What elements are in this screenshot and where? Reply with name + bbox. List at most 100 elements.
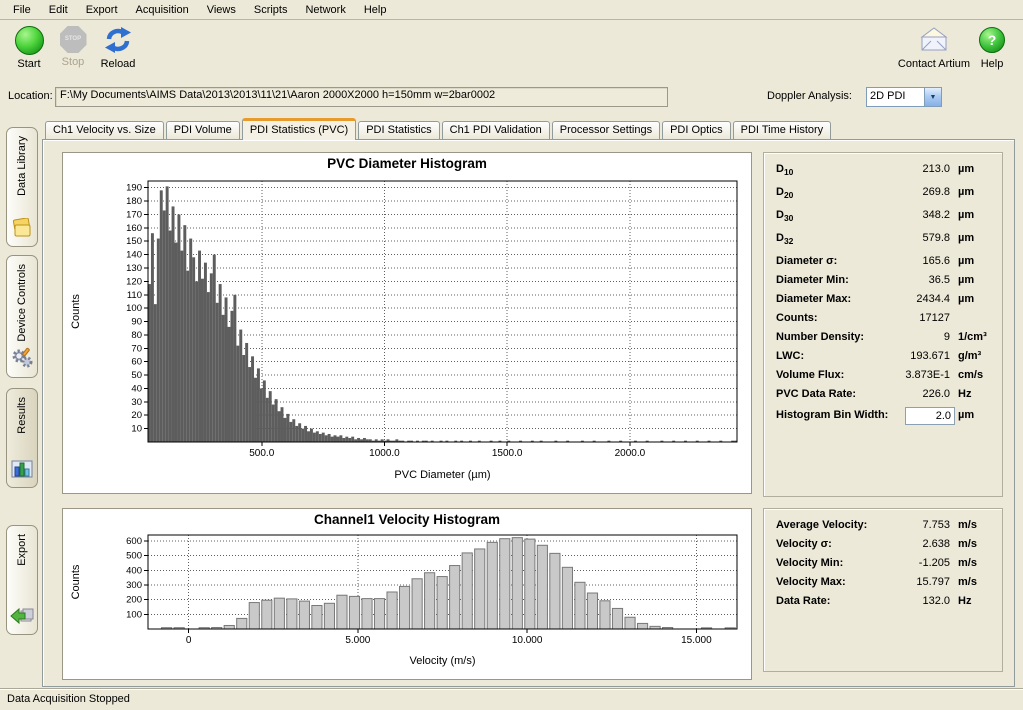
stat-unit: µm xyxy=(958,409,974,421)
stat-value: 36.5 xyxy=(854,274,950,286)
svg-text:50: 50 xyxy=(131,370,142,381)
help-button[interactable]: ? Help xyxy=(972,24,1012,70)
stop-icon: STOP xyxy=(60,26,87,53)
svg-text:100: 100 xyxy=(126,609,142,620)
sidebar-item-results[interactable]: Results xyxy=(6,388,38,488)
histogram-bars xyxy=(162,538,736,629)
stat-unit: m/s xyxy=(958,538,977,550)
stat-row: Diameter Max:2434.4 µm xyxy=(764,291,1002,310)
tab-processor-settings[interactable]: Processor Settings xyxy=(552,121,660,139)
stat-label: Data Rate: xyxy=(776,595,830,607)
toolbar: Start STOP Stop Reload xyxy=(0,20,1023,82)
svg-text:180: 180 xyxy=(126,196,142,207)
svg-text:200: 200 xyxy=(126,595,142,606)
location-value: F:\My Documents\AIMS Data\2013\2013\11\2… xyxy=(60,89,495,101)
svg-text:15.000: 15.000 xyxy=(681,635,712,646)
stop-label: Stop xyxy=(50,56,96,68)
stat-unit: µm xyxy=(958,209,974,221)
tab-pdi-statistics-pvc[interactable]: PDI Statistics (PVC) xyxy=(242,118,356,140)
gears-icon xyxy=(10,347,34,372)
stat-label: Histogram Bin Width: xyxy=(776,409,888,421)
chart-title: PVC Diameter Histogram xyxy=(63,153,751,171)
svg-text:Counts: Counts xyxy=(70,294,82,329)
stat-value: 17127 xyxy=(854,312,950,324)
stat-label: D32 xyxy=(776,232,793,246)
contact-artium-button[interactable]: Contact Artium xyxy=(894,24,974,70)
stat-unit: µm xyxy=(958,274,974,286)
start-label: Start xyxy=(6,58,52,70)
svg-text:0: 0 xyxy=(186,635,192,646)
menu-network[interactable]: Network xyxy=(296,2,354,18)
stat-label: D10 xyxy=(776,163,793,177)
doppler-analysis-value: 2D PDI xyxy=(867,88,924,106)
stat-label: Velocity Min: xyxy=(776,557,843,569)
chevron-down-icon[interactable]: ▼ xyxy=(924,88,941,106)
svg-text:Counts: Counts xyxy=(70,564,82,599)
stat-label: Diameter Min: xyxy=(776,274,849,286)
velocity-histogram-plot: 10020030040050060005.00010.00015.000Velo… xyxy=(63,531,749,677)
help-label: Help xyxy=(972,58,1012,70)
velocity-histogram-panel: Channel1 Velocity Histogram 100200300400… xyxy=(62,508,752,680)
stat-value: 193.671 xyxy=(854,350,950,362)
tab-ch1-velocity-vs-size[interactable]: Ch1 Velocity vs. Size xyxy=(45,121,164,139)
stat-unit: cm/s xyxy=(958,369,983,381)
svg-text:1000.0: 1000.0 xyxy=(369,448,400,459)
stat-label: LWC: xyxy=(776,350,804,362)
stat-label: Diameter Max: xyxy=(776,293,851,305)
sidebar-item-data-library[interactable]: Data Library xyxy=(6,127,38,247)
stat-label: Velocity σ: xyxy=(776,538,832,550)
svg-text:10.000: 10.000 xyxy=(512,635,543,646)
stat-row: PVC Data Rate:226.0Hz xyxy=(764,386,1002,405)
stat-unit: 1/cm³ xyxy=(958,331,987,343)
stat-unit: m/s xyxy=(958,576,977,588)
tab-pdi-statistics[interactable]: PDI Statistics xyxy=(358,121,439,139)
stat-value: 213.0 xyxy=(854,163,950,175)
stat-unit: m/s xyxy=(958,557,977,569)
pvc-diameter-histogram-panel: PVC Diameter Histogram 10203040506070809… xyxy=(62,152,752,494)
menu-views[interactable]: Views xyxy=(198,2,245,18)
menu-help[interactable]: Help xyxy=(355,2,396,18)
menu-scripts[interactable]: Scripts xyxy=(245,2,297,18)
app-window: FileEditExportAcquisitionViewsScriptsNet… xyxy=(0,0,1023,710)
stat-label: Velocity Max: xyxy=(776,576,846,588)
menu-edit[interactable]: Edit xyxy=(40,2,77,18)
stat-unit: Hz xyxy=(958,595,971,607)
doppler-analysis-label: Doppler Analysis: xyxy=(767,90,852,102)
location-field[interactable]: F:\My Documents\AIMS Data\2013\2013\11\2… xyxy=(55,87,668,107)
start-button[interactable]: Start xyxy=(6,24,52,70)
stop-button[interactable]: STOP Stop xyxy=(50,24,96,68)
menu-file[interactable]: File xyxy=(4,2,40,18)
svg-text:400: 400 xyxy=(126,565,142,576)
tab-pdi-optics[interactable]: PDI Optics xyxy=(662,121,731,139)
tab-ch1-pdi-validation[interactable]: Ch1 PDI Validation xyxy=(442,121,550,139)
velocity-stats-panel: Average Velocity:7.753m/sVelocity σ:2.63… xyxy=(763,508,1003,672)
svg-text:110: 110 xyxy=(127,290,142,301)
svg-text:500: 500 xyxy=(126,551,142,562)
stat-row: Velocity Min: -1.205 m/s xyxy=(764,555,1002,574)
sidebar-item-export[interactable]: Export xyxy=(6,525,38,635)
menu-export[interactable]: Export xyxy=(77,2,127,18)
reload-button[interactable]: Reload xyxy=(92,24,144,70)
svg-text:40: 40 xyxy=(131,383,142,394)
doppler-analysis-select[interactable]: 2D PDI ▼ xyxy=(866,87,942,107)
stat-unit: µm xyxy=(958,293,974,305)
stat-row: LWC: 193.671 g/m³ xyxy=(764,348,1002,367)
menu-acquisition[interactable]: Acquisition xyxy=(127,2,198,18)
stat-label: Volume Flux: xyxy=(776,369,844,381)
svg-text:140: 140 xyxy=(126,250,142,261)
tab-pdi-volume[interactable]: PDI Volume xyxy=(166,121,240,139)
tab-pdi-time-history[interactable]: PDI Time History xyxy=(733,121,832,139)
stat-value: 7.753 xyxy=(854,519,950,531)
stat-value: 15.797 xyxy=(854,576,950,588)
svg-text:130: 130 xyxy=(126,263,142,274)
stat-unit: m/s xyxy=(958,519,977,531)
stat-value: 132.0 xyxy=(854,595,950,607)
sidebar-item-device-controls[interactable]: Device Controls xyxy=(6,255,38,378)
histogram-bin-width-input[interactable] xyxy=(905,407,955,425)
stat-unit: g/m³ xyxy=(958,350,981,362)
stat-value: 2434.4 xyxy=(854,293,950,305)
svg-text:150: 150 xyxy=(126,236,142,247)
stat-value: -1.205 xyxy=(854,557,950,569)
svg-text:1500.0: 1500.0 xyxy=(492,448,523,459)
svg-text:100: 100 xyxy=(126,303,142,314)
